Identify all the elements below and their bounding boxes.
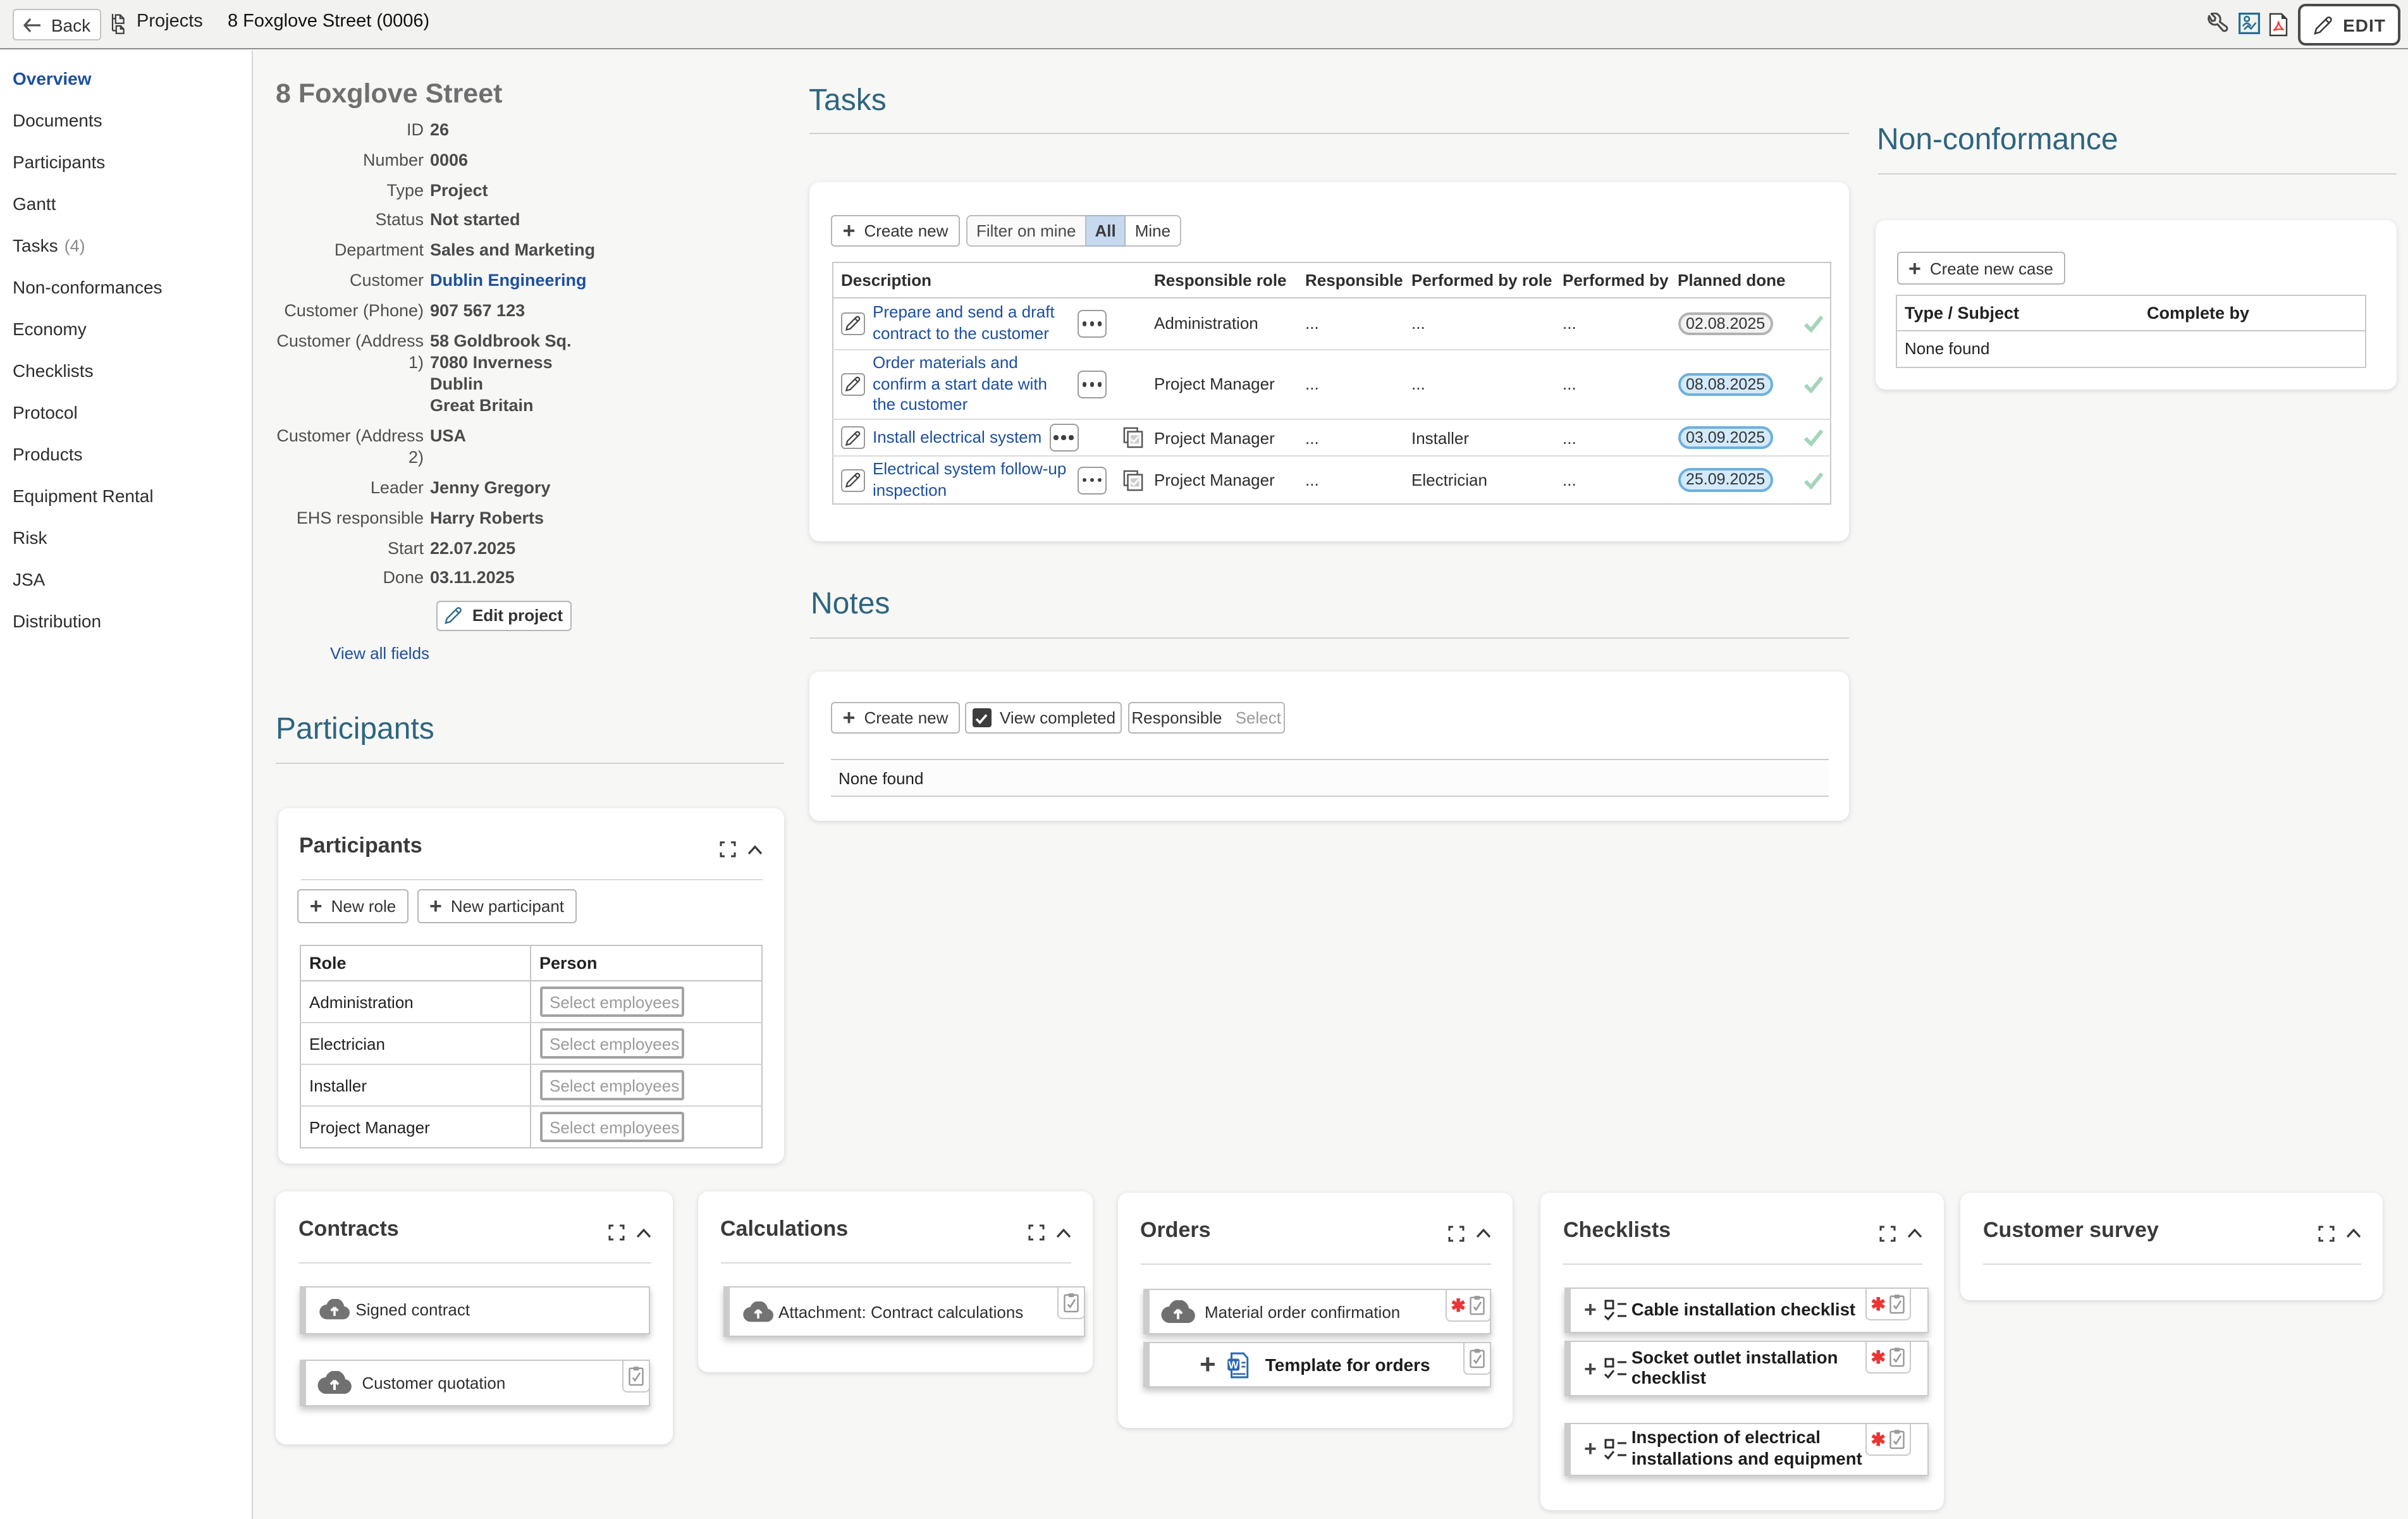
svg-text:W: W (1229, 1358, 1239, 1370)
